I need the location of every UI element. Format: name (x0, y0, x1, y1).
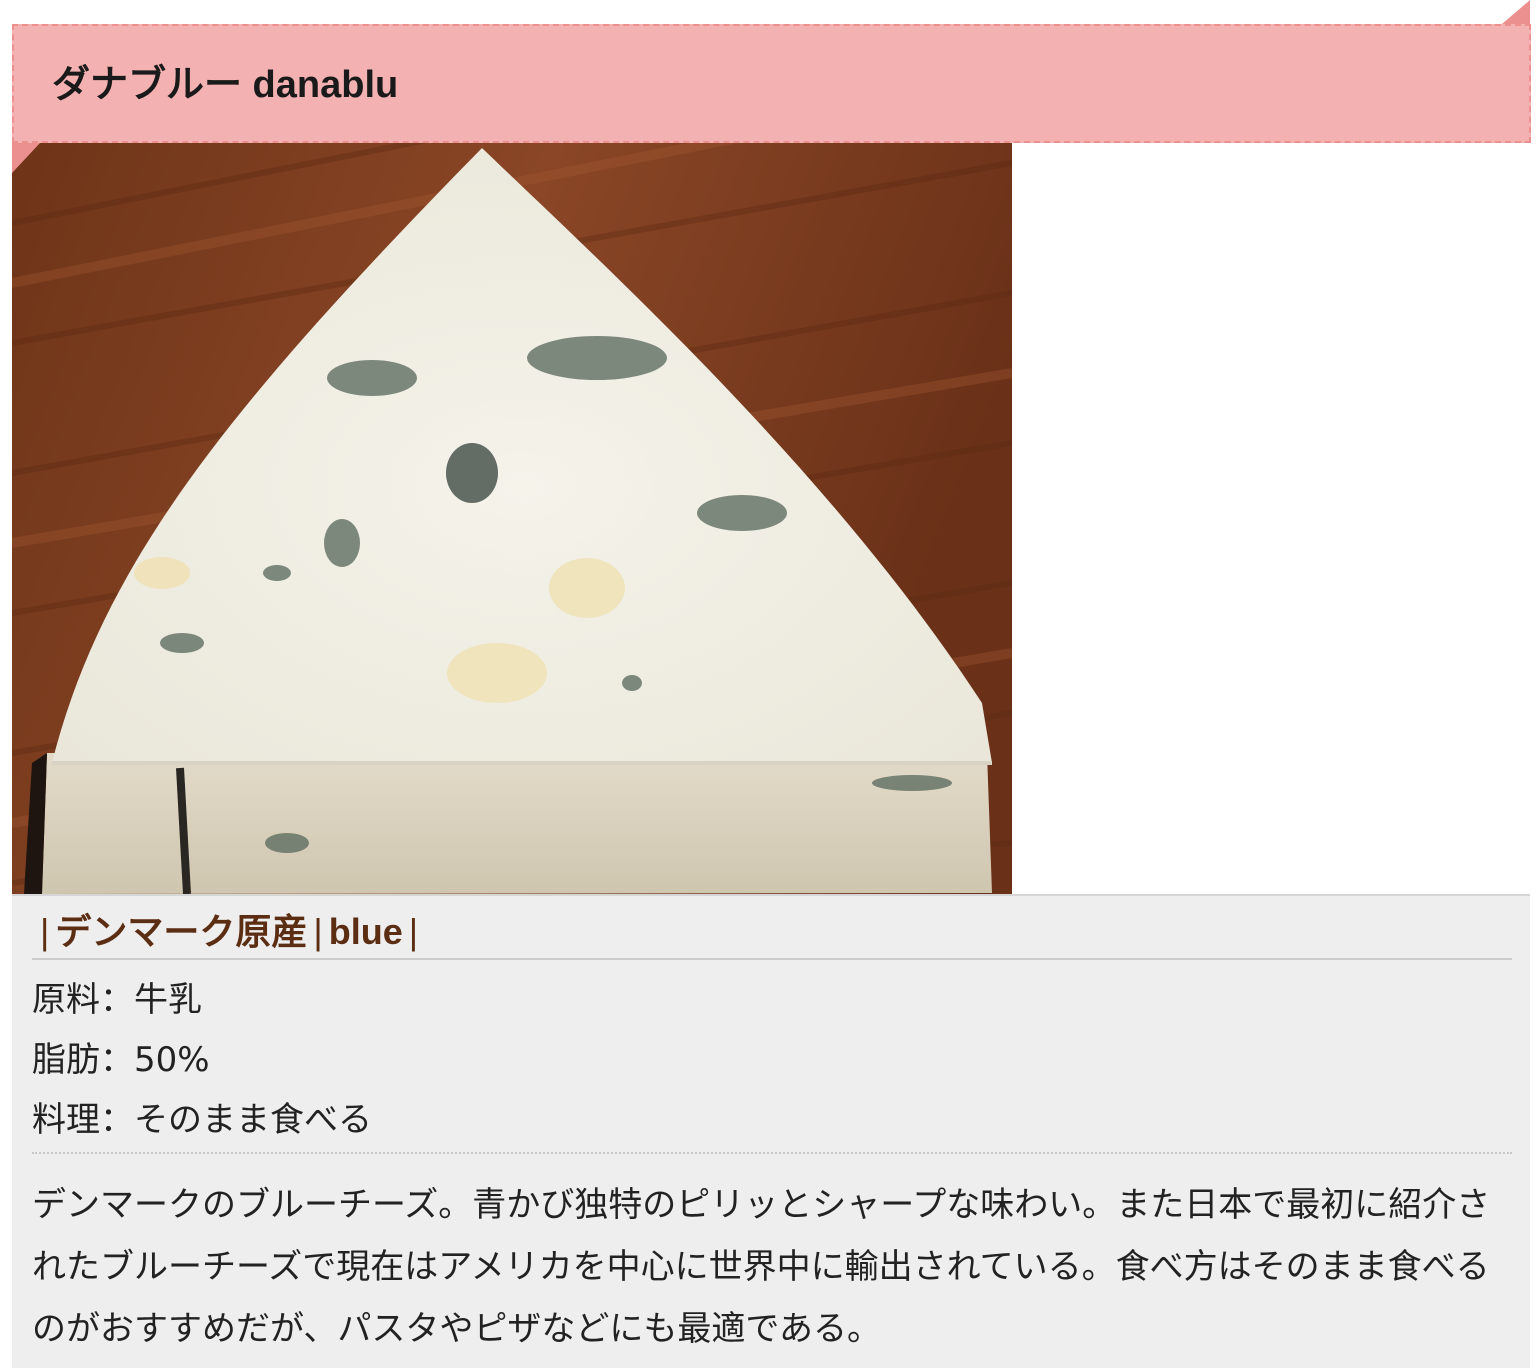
tag-separator: | (313, 911, 323, 952)
spec-separator: ： (100, 1100, 134, 1140)
spec-separator: ： (100, 980, 134, 1020)
cheese-photo (12, 143, 1012, 894)
divider (32, 1152, 1512, 1154)
description: デンマークのブルーチーズ。青かび独特のピリッとシャープな味わい。また日本で最初に… (32, 1185, 1491, 1349)
tag-type[interactable]: blue (329, 911, 403, 952)
divider (32, 958, 1512, 960)
page-title: ダナブルー danablu (52, 64, 399, 106)
tag-separator: | (40, 911, 50, 952)
spec-separator: ： (100, 1040, 134, 1080)
tag-origin[interactable]: デンマーク原産 (55, 911, 307, 952)
spec-row-cuisine: 料理：そのまま食べる (32, 1096, 372, 1144)
tag-separator: | (408, 911, 419, 952)
spec-label: 原料 (32, 980, 100, 1020)
spec-label: 料理 (32, 1100, 100, 1140)
spec-row-ingredient: 原料：牛乳 (32, 976, 202, 1024)
tag-list: | デンマーク原産 | blue | (34, 904, 424, 960)
ribbon-fold-bottom (12, 143, 40, 173)
spec-value: 50% (134, 1040, 210, 1080)
title-ribbon: ダナブルー danablu (12, 24, 1531, 143)
spec-label: 脂肪 (32, 1040, 100, 1080)
cheese-info-panel: | デンマーク原産 | blue | 原料：牛乳 脂肪：50% 料理：そのまま食べる デ… (12, 894, 1530, 1368)
spec-value: 牛乳 (134, 980, 202, 1020)
cheese-illustration (12, 143, 1012, 894)
ribbon-fold-top (1502, 0, 1530, 24)
spec-row-fat: 脂肪：50% (32, 1036, 210, 1084)
spec-value: そのまま食べる (134, 1100, 372, 1140)
cheese-card: ダナブルー danablu | デンマーク原産 | blue | 原料：牛乳 脂… (0, 0, 1540, 1368)
